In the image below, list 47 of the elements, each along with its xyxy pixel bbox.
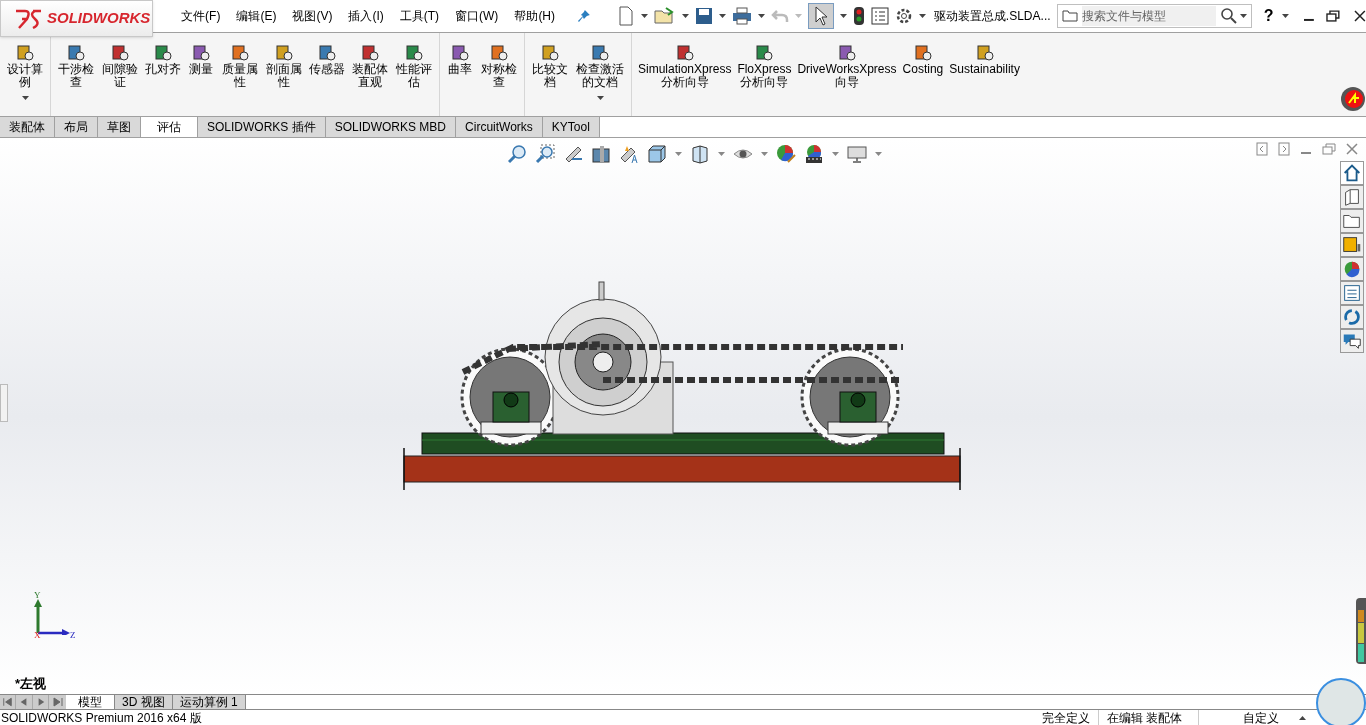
ribbon-tab[interactable]: SOLIDWORKS MBD [325,117,457,137]
status-text: SOLIDWORKS Premium 2016 x64 版 [1,709,202,725]
logo-text: SOLIDWORKS [47,8,151,29]
status-text: 完全定义 [1041,709,1090,725]
ribbon-tab[interactable]: CircuitWorks [456,117,543,137]
units-dropdown[interactable]: 自定义 [1243,708,1279,725]
ribbon-tab[interactable]: 布局 [55,117,98,137]
ribbon-button[interactable]: 性能评估 [392,43,436,89]
ribbon-tab[interactable]: SOLIDWORKS 插件 [198,117,326,137]
menu-item[interactable]: 插入(I) [340,7,392,25]
ribbon-button[interactable]: 孔对齐 [142,43,184,76]
axis-label: Y [34,589,41,602]
axis-label: X [34,629,41,642]
ribbon-button[interactable]: 对称检查 [477,43,521,89]
menu-item[interactable]: 文件(F) [173,7,229,25]
ribbon-button[interactable]: 剖面属性 [262,43,306,89]
help-button[interactable]: ? [1263,4,1274,28]
ribbon-button[interactable]: 曲率 [443,43,477,76]
menu-item[interactable]: 编辑(E) [228,7,285,25]
ribbon-button[interactable]: 间隙验证 [98,43,142,89]
ribbon-tab[interactable]: KYTool [542,117,600,137]
ribbon-button[interactable]: 设计算例 [3,43,47,100]
view-label: *左视 [15,674,47,693]
document-title: 驱动装置总成.SLDA... [933,8,1051,25]
ribbon-button[interactable]: Costing [899,43,947,76]
ribbon-button[interactable]: 装配体直观 [348,43,392,89]
menu-item[interactable]: 帮助(H) [506,7,564,25]
ribbon-tab[interactable]: 草图 [98,117,141,137]
ribbon-button[interactable]: 检查激活的文档 [572,43,628,100]
menu-item[interactable]: 工具(T) [391,7,448,25]
menu-item[interactable]: 视图(V) [284,7,341,25]
ribbon-button[interactable]: 质量属性 [218,43,262,89]
ribbon-button[interactable]: 测量 [184,43,218,76]
view-tab[interactable]: 3D 视图 [115,695,173,709]
view-tab[interactable]: 运动算例 1 [172,695,246,709]
ribbon-button[interactable]: 干涉检查 [54,43,98,89]
ribbon-button[interactable]: Sustainability [946,43,1023,76]
axis-label: Z [70,629,76,642]
ribbon-button[interactable]: 传感器 [306,43,348,76]
search-field[interactable]: 搜索文件与模型 [1056,4,1252,28]
ribbon-tab[interactable]: 装配体 [0,117,55,137]
ribbon-button[interactable]: FloXpress 分析向导 [734,43,795,89]
ribbon-button[interactable]: DriveWorksXpress 向导 [794,43,900,89]
menu-item[interactable]: 窗口(W) [447,7,507,25]
status-text: 在编辑 装配体 [1106,709,1182,725]
ribbon-button[interactable]: SimulationXpress 分析向导 [635,43,735,89]
ribbon-button[interactable]: 比较文档 [528,43,572,89]
